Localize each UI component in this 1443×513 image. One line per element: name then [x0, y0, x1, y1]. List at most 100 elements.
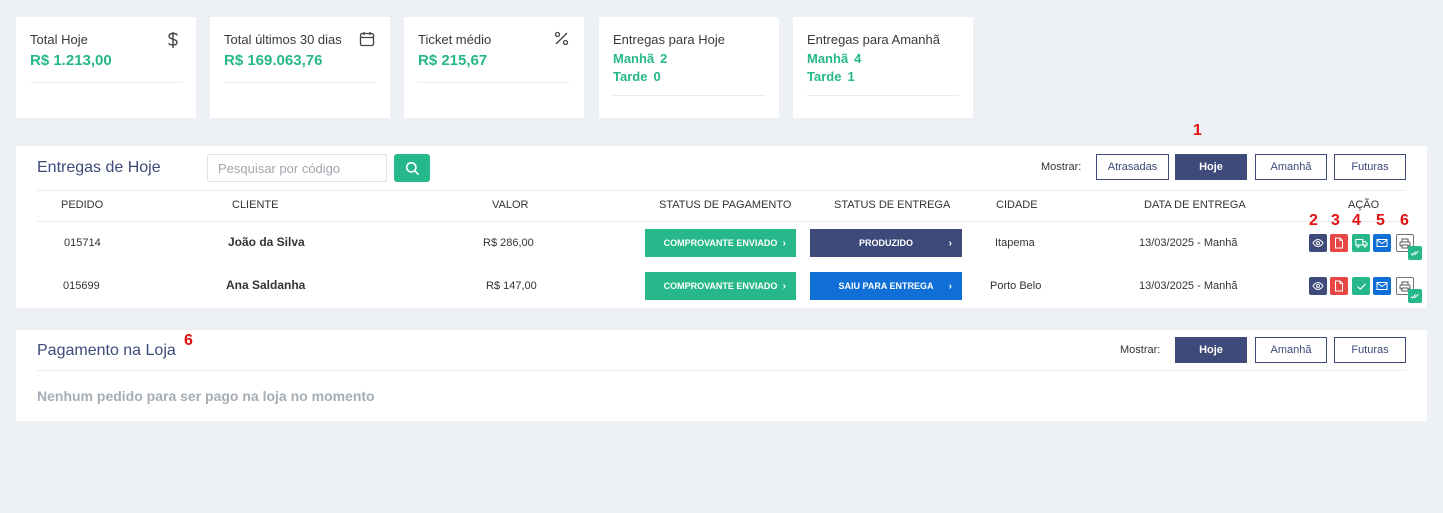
chevron-right-icon: ›	[948, 280, 952, 292]
filter-today-button[interactable]: Hoje	[1175, 337, 1247, 363]
delivery-status-label: PRODUZIDO	[859, 238, 913, 248]
dollar-icon	[164, 31, 182, 49]
panel-title: Entregas de Hoje	[37, 159, 161, 176]
card-total-today: Total Hoje R$ 1.213,00	[16, 17, 196, 118]
annotation-number: 6	[184, 332, 193, 349]
card-deliveries-tomorrow: Entregas para Amanhã Manhã 4 Tarde 1	[793, 17, 973, 118]
column-header-delivery-status: STATUS DE ENTREGA	[834, 199, 951, 211]
afternoon-label: Tarde	[807, 69, 842, 84]
annotation-number: 4	[1352, 212, 1361, 229]
morning-count: Manhã 2	[613, 50, 765, 68]
column-header-action: AÇÃO	[1348, 199, 1380, 211]
pdf-button[interactable]	[1330, 277, 1348, 295]
email-button[interactable]	[1373, 277, 1391, 295]
printed-badge	[1408, 289, 1422, 303]
dispatch-button[interactable]	[1352, 234, 1370, 252]
afternoon-count: Tarde 0	[613, 68, 765, 86]
filter-today-button[interactable]: Hoje	[1175, 154, 1247, 180]
column-header-delivery-date: DATA DE ENTREGA	[1144, 199, 1246, 211]
email-button[interactable]	[1373, 234, 1391, 252]
card-title: Entregas para Hoje	[613, 32, 726, 47]
annotation-number: 5	[1376, 212, 1385, 229]
divider	[613, 95, 765, 96]
payment-status-button[interactable]: COMPROVANTE ENVIADO ›	[645, 272, 796, 300]
client-name: João da Silva	[228, 235, 305, 249]
delivery-status-button[interactable]: SAIU PARA ENTREGA ›	[810, 272, 962, 300]
client-name: Ana Saldanha	[226, 278, 306, 292]
filter-tomorrow-button[interactable]: Amanhã	[1255, 154, 1327, 180]
show-label: Mostrar:	[1041, 161, 1082, 173]
payment-status-label: COMPROVANTE ENVIADO	[663, 238, 778, 248]
card-value: R$ 1.213,00	[30, 52, 112, 69]
column-header-city: CIDADE	[996, 199, 1038, 211]
divider	[30, 82, 182, 83]
column-header-order: PEDIDO	[61, 199, 104, 211]
annotation-number: 1	[1193, 122, 1202, 139]
divider	[37, 370, 1406, 371]
column-header-value: VALOR	[492, 199, 529, 211]
divider	[418, 82, 570, 83]
order-number: 015714	[64, 237, 101, 249]
printed-badge	[1408, 246, 1422, 260]
card-value: R$ 215,67	[418, 52, 488, 69]
mail-icon	[1376, 282, 1388, 290]
eye-icon	[1312, 238, 1324, 248]
order-value: R$ 286,00	[483, 237, 534, 249]
annotation-number: 3	[1331, 212, 1340, 229]
card-average-ticket: Ticket médio R$ 215,67	[404, 17, 584, 118]
city: Itapema	[995, 237, 1035, 249]
panel-title: Pagamento na Loja	[37, 342, 176, 359]
filter-overdue-button[interactable]: Atrasadas	[1096, 154, 1169, 180]
annotation-number: 6	[1400, 212, 1409, 229]
card-value: R$ 169.063,76	[224, 52, 323, 69]
pdf-button[interactable]	[1330, 234, 1348, 252]
afternoon-count: Tarde 1	[807, 68, 959, 86]
card-deliveries-today: Entregas para Hoje Manhã 2 Tarde 0	[599, 17, 779, 118]
payment-status-label: COMPROVANTE ENVIADO	[663, 281, 778, 291]
divider	[37, 190, 1406, 191]
card-title: Entregas para Amanhã	[807, 32, 940, 47]
divider	[807, 95, 959, 96]
column-header-payment-status: STATUS DE PAGAMENTO	[659, 199, 792, 211]
payment-status-button[interactable]: COMPROVANTE ENVIADO ›	[645, 229, 796, 257]
check-icon	[1356, 282, 1366, 290]
filter-tomorrow-button[interactable]: Amanhã	[1255, 337, 1327, 363]
file-icon	[1335, 280, 1343, 292]
deliveries-panel: Entregas de Hoje Mostrar: Atrasadas Hoje…	[16, 146, 1427, 308]
morning-number: 2	[660, 51, 668, 66]
chevron-right-icon: ›	[782, 280, 786, 292]
chevron-right-icon: ›	[782, 237, 786, 249]
morning-label: Manhã	[807, 51, 849, 66]
delivery-date: 13/03/2025 - Manhã	[1139, 280, 1238, 292]
view-button[interactable]	[1309, 234, 1327, 252]
show-label: Mostrar:	[1120, 344, 1161, 356]
morning-label: Manhã	[613, 51, 655, 66]
city: Porto Belo	[990, 280, 1042, 292]
afternoon-label: Tarde	[613, 69, 648, 84]
search-input[interactable]	[207, 154, 387, 182]
card-total-30-days: Total últimos 30 dias R$ 169.063,76	[210, 17, 390, 118]
view-button[interactable]	[1309, 277, 1327, 295]
filter-future-button[interactable]: Futuras	[1334, 154, 1406, 180]
delivery-status-button[interactable]: PRODUZIDO ›	[810, 229, 962, 257]
morning-number: 4	[854, 51, 862, 66]
divider	[37, 221, 1406, 222]
file-icon	[1335, 237, 1343, 249]
card-title: Ticket médio	[418, 32, 492, 47]
filter-future-button[interactable]: Futuras	[1334, 337, 1406, 363]
afternoon-number: 1	[847, 69, 855, 84]
delivery-date: 13/03/2025 - Manhã	[1139, 237, 1238, 249]
search-button[interactable]	[394, 154, 430, 182]
delivered-button[interactable]	[1352, 277, 1370, 295]
annotation-number: 2	[1309, 212, 1318, 229]
mail-icon	[1376, 239, 1388, 247]
calendar-icon	[358, 31, 376, 49]
column-header-client: CLIENTE	[232, 199, 279, 211]
order-number: 015699	[63, 280, 100, 292]
double-check-icon	[1410, 293, 1419, 299]
order-value: R$ 147,00	[486, 280, 537, 292]
divider	[224, 82, 376, 83]
search-icon	[405, 161, 419, 175]
card-title: Total últimos 30 dias	[224, 32, 342, 47]
truck-icon	[1354, 239, 1368, 248]
